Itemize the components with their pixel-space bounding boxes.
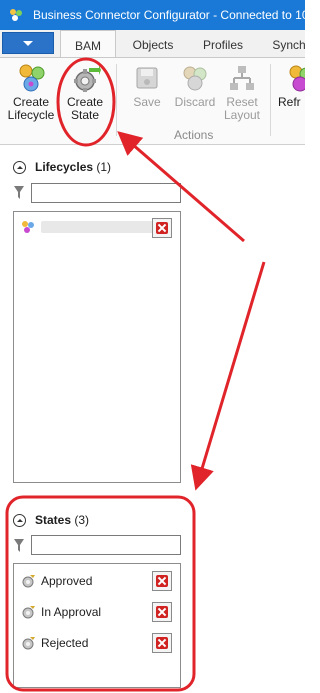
annotation-arrow (190, 261, 266, 491)
refresh-label: Refr (278, 95, 301, 109)
discard-label: Discard (174, 95, 216, 109)
app-icon (10, 9, 22, 21)
delete-icon (156, 222, 168, 234)
state-approved-label: Approved (41, 574, 93, 588)
tab-profiles[interactable]: Profiles (190, 30, 256, 57)
delete-state-button[interactable] (152, 571, 172, 591)
states-filter-input[interactable] (31, 535, 181, 555)
filter-icon (14, 539, 24, 552)
chevron-down-icon (23, 41, 33, 46)
state-rejected-label: Rejected (41, 636, 89, 650)
ribbon-separator (270, 64, 271, 136)
create-lifecycle-icon (19, 64, 45, 92)
save-label: Save (133, 95, 161, 109)
states-count: (3) (74, 513, 90, 527)
collapse-icon[interactable] (13, 161, 26, 174)
lifecycle-icon (22, 221, 34, 233)
reset-layout-button[interactable]: Reset Layout (220, 60, 264, 122)
lifecycles-filter-input[interactable] (31, 183, 181, 203)
list-item[interactable]: Rejected (20, 632, 174, 654)
ribbon: Create Lifecycle Create State Save Disca… (0, 58, 305, 145)
state-gear-icon (22, 575, 35, 588)
lifecycles-count: (1) (96, 160, 112, 174)
list-item[interactable]: In Approval (20, 601, 174, 623)
create-lifecycle-button[interactable]: Create Lifecycle (6, 60, 56, 122)
filter-icon (14, 186, 24, 199)
refresh-button[interactable]: Refr (278, 60, 305, 109)
create-state-button[interactable]: Create State (60, 60, 110, 122)
reset-layout-label: Reset Layout (223, 95, 261, 122)
lifecycles-title: Lifecycles (35, 160, 94, 174)
redacted-lifecycle-name (41, 221, 156, 233)
list-item[interactable]: Approved (20, 570, 174, 592)
ribbon-separator (116, 64, 117, 136)
list-item[interactable] (20, 216, 174, 238)
discard-icon (183, 66, 207, 91)
delete-lifecycle-button[interactable] (152, 218, 172, 238)
collapse-icon[interactable] (13, 514, 26, 527)
lifecycles-list (13, 211, 181, 483)
state-gear-icon (22, 606, 35, 619)
tab-bam[interactable]: BAM (60, 30, 116, 57)
discard-button[interactable]: Discard (170, 60, 220, 109)
state-gear-icon (22, 637, 35, 650)
delete-icon (156, 606, 168, 618)
delete-state-button[interactable] (152, 633, 172, 653)
application-menu-button[interactable] (2, 32, 54, 54)
states-list: Approved In Approval Rejected (13, 563, 181, 688)
create-state-label: Create State (66, 95, 104, 122)
actions-group-label: Actions (174, 128, 214, 142)
save-button[interactable]: Save (126, 60, 168, 109)
state-in-approval-label: In Approval (41, 605, 102, 619)
ribbon-tab-bar: BAM Objects Profiles Synch (0, 30, 305, 58)
tab-objects[interactable]: Objects (122, 30, 184, 57)
delete-state-button[interactable] (152, 602, 172, 622)
delete-icon (156, 637, 168, 649)
save-icon (136, 67, 158, 89)
window-title: Business Connector Configurator - Connec… (33, 8, 305, 22)
create-state-icon (74, 65, 101, 92)
refresh-icon (289, 65, 305, 92)
delete-icon (156, 575, 168, 587)
states-title: States (35, 513, 72, 527)
tab-synch[interactable]: Synch (264, 30, 305, 57)
reset-layout-icon (230, 66, 254, 90)
title-bar: Business Connector Configurator - Connec… (0, 0, 305, 30)
create-lifecycle-label: Create Lifecycle (7, 95, 55, 122)
